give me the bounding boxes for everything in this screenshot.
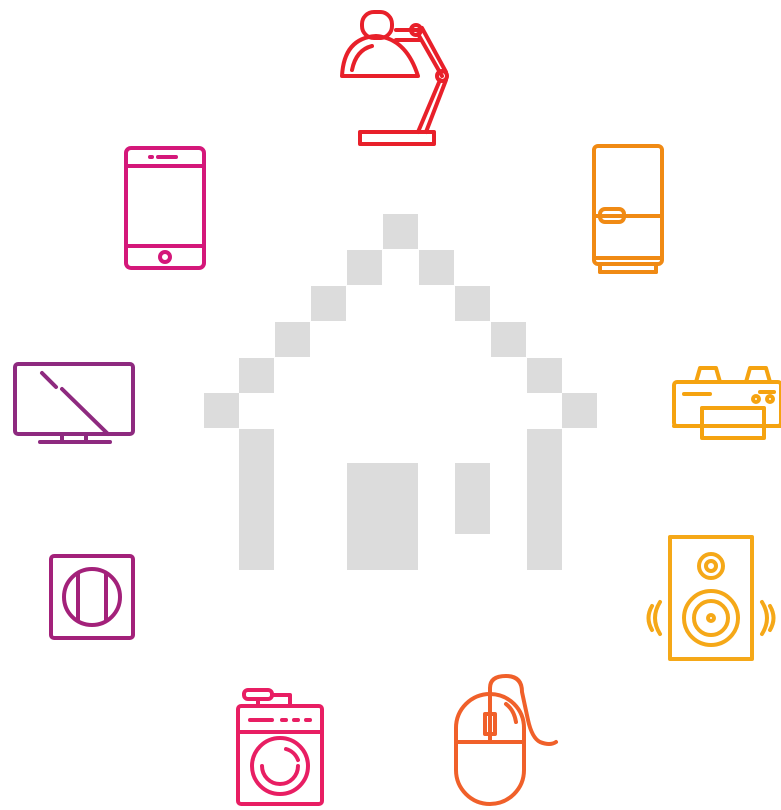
monitor-icon bbox=[13, 362, 135, 444]
mouse-icon bbox=[454, 674, 558, 806]
pixel-house-icon bbox=[204, 214, 597, 570]
lamp-icon bbox=[340, 10, 449, 146]
tablet-icon bbox=[124, 146, 206, 270]
wall-outlet-icon bbox=[49, 554, 135, 640]
speaker-icon bbox=[646, 535, 776, 661]
printer-icon bbox=[672, 366, 781, 440]
fridge-icon bbox=[592, 144, 664, 274]
smart-home-illustration bbox=[13, 10, 781, 806]
washing-machine-icon bbox=[236, 688, 324, 806]
